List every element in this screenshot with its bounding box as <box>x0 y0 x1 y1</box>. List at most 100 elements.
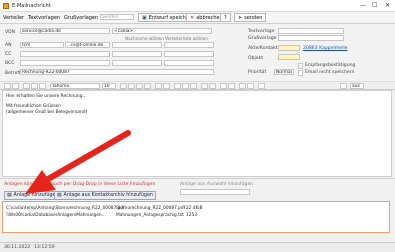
toolbar: Verteiler Textvorlagen Grußvorlagen Send… <box>0 12 395 24</box>
menu-textvorlagen[interactable]: Textvorlagen <box>28 15 60 21</box>
attach-icon: ▤ <box>7 193 12 198</box>
attachment-list: C:\cadia\temp\Anhang\Stornorechnung_R22_… <box>2 201 390 233</box>
an-name-field[interactable]: tcm <box>20 42 64 48</box>
print-button[interactable] <box>247 83 254 89</box>
cc-verteiler-select[interactable] <box>164 51 214 57</box>
objekt-label: Objekt <box>248 56 264 61</box>
spell-button[interactable] <box>220 83 227 89</box>
close-button[interactable]: ✕ <box>385 2 390 9</box>
send-icon: ➤ <box>238 14 243 21</box>
an-nachname-select[interactable] <box>112 42 162 48</box>
objekt-field[interactable] <box>278 54 300 60</box>
senden-field-label: Senden <box>102 15 119 20</box>
an-verteiler-select[interactable] <box>164 42 214 48</box>
grussvorlage-label: Grußvorlage <box>248 36 277 41</box>
bcc-verteiler-select[interactable] <box>164 60 214 66</box>
underline-button[interactable] <box>39 83 46 89</box>
attachments-panel: Anlagen können Sie auch per Drag-Drop in… <box>0 178 395 242</box>
verteiler-header: Verteilerliste wählen <box>165 36 208 41</box>
betreff-label: Betreff <box>5 71 21 76</box>
attachment-desc: Stornorechnung_R22_00087.pdf <box>116 206 186 211</box>
attachment-desc: Mahnungen_Anlagesprachig.txt <box>116 213 184 218</box>
email-compose-window: E-Mailnachricht — ☐ ✕ Verteiler Textvorl… <box>0 0 395 252</box>
attachment-path: \\Ws00\cadia\Database\Anlagen\Mahnungen.… <box>6 213 106 218</box>
an-email-field[interactable]: ...in@t-online.de <box>65 42 110 48</box>
font-select[interactable]: Tahoma <box>50 83 100 89</box>
akte-field[interactable] <box>278 45 300 51</box>
minimize-button[interactable]: — <box>360 2 366 9</box>
undo-button[interactable] <box>4 83 11 89</box>
close-format-button[interactable] <box>340 83 347 89</box>
senden-field[interactable]: Senden <box>100 14 134 20</box>
align-justify-button[interactable] <box>144 83 151 89</box>
menu-grussvorlagen[interactable]: Grußvorlagen <box>64 15 98 21</box>
help-button[interactable]: ? <box>220 13 231 22</box>
body-line-3: (allgemeiner Gruß bei Belegversand) <box>6 110 88 115</box>
add-attachment-label: Anlage hinzufügen <box>13 193 59 198</box>
an-label: AN <box>5 43 12 48</box>
menu-verteiler[interactable]: Verteiler <box>3 15 24 21</box>
italic-button[interactable] <box>31 83 38 89</box>
bcc-field[interactable] <box>20 60 110 66</box>
von-label: VON <box>5 30 16 35</box>
grussvorlage-select[interactable] <box>278 35 344 41</box>
align-center-button[interactable] <box>128 83 135 89</box>
send-label: senden <box>244 14 263 21</box>
bcc-nachname-select[interactable] <box>112 60 162 66</box>
table-button[interactable] <box>190 83 197 89</box>
redo-button[interactable] <box>12 83 19 89</box>
source-button[interactable] <box>258 83 265 89</box>
indent-button[interactable] <box>163 83 170 89</box>
archive-icon: ▤ <box>57 193 62 198</box>
send-button[interactable]: ➤ senden <box>234 13 267 22</box>
save-icon: ▣ <box>142 14 147 21</box>
cc-nachname-select[interactable] <box>112 51 162 57</box>
align-left-button[interactable] <box>120 83 127 89</box>
textvorlage-label: Textvorlage <box>248 29 275 34</box>
von-name-field[interactable]: <cadia> <box>112 28 212 34</box>
maximize-button[interactable]: ☐ <box>372 2 377 9</box>
status-time: 13:12:59 <box>34 245 55 250</box>
textvorlage-select[interactable] <box>278 28 344 34</box>
message-body[interactable]: Hier erhalten Sie unsere Rechnung... Mit… <box>2 90 392 177</box>
von-field[interactable]: service@cadia.de <box>20 28 110 34</box>
link-button[interactable] <box>174 83 181 89</box>
align-right-button[interactable] <box>136 83 143 89</box>
add-attachment-button[interactable]: ▤ Anlage hinzufügen <box>4 191 62 200</box>
cc-label: CC <box>5 52 12 57</box>
attachment-path: C:\cadia\temp\Anhang\Stornorechnung_R22_… <box>6 206 125 211</box>
cc-field[interactable] <box>20 51 110 57</box>
close-icon: ✕ <box>190 14 195 21</box>
format-toolbar: Tahoma 10 aus <box>0 81 395 90</box>
akte-link[interactable]: 20863 Kappelmeile <box>303 46 347 51</box>
body-line-2: Mit freundlichen Grüssen <box>6 104 61 109</box>
find-button[interactable] <box>228 83 235 89</box>
preview-button[interactable] <box>239 83 246 89</box>
prioritaet-select[interactable]: Normal <box>274 69 294 75</box>
attachments-right-header: Anlage aus Auswahl hinzufügen <box>180 182 254 187</box>
bold-button[interactable] <box>23 83 30 89</box>
message-header: VON service@cadia.de <cadia> Nachname wä… <box>0 25 395 81</box>
empfang-checkbox[interactable] <box>298 63 303 69</box>
add-archive-attachment-button[interactable]: ▤ Anlage aus Kontaktarchiv hinzufügen <box>54 191 156 200</box>
size-select[interactable]: 10 <box>102 83 116 89</box>
attachments-hint: Anlagen können Sie auch per Drag-Drop in… <box>4 182 156 187</box>
cancel-label: abbrechen <box>196 14 223 21</box>
add-archive-label: Anlage aus Kontaktarchiv hinzufügen <box>63 193 153 198</box>
aus-select[interactable]: aus <box>350 83 364 89</box>
image-button[interactable] <box>182 83 189 89</box>
color-button[interactable] <box>201 83 208 89</box>
attachment-select[interactable] <box>180 189 250 195</box>
nachname-header: Nachname wählen <box>125 36 164 41</box>
window-title: E-Mailnachricht <box>12 3 51 9</box>
attachment-row[interactable]: \\Ws00\cadia\Database\Anlagen\Mahnungen.… <box>6 213 197 218</box>
betreff-field[interactable]: Rechnung-R22-00087 <box>20 69 214 75</box>
email-nicht-label: Email nicht speichern <box>305 70 355 75</box>
body-line-1: Hier erhalten Sie unsere Rechnung... <box>6 94 87 99</box>
email-nicht-checkbox[interactable] <box>298 70 303 76</box>
attachment-size: 22.4KiB <box>186 206 203 211</box>
list-button[interactable] <box>155 83 162 89</box>
highlight-button[interactable] <box>209 83 216 89</box>
prioritaet-label: Priorität <box>248 70 267 75</box>
attachment-row[interactable]: C:\cadia\temp\Anhang\Stornorechnung_R22_… <box>6 206 203 211</box>
